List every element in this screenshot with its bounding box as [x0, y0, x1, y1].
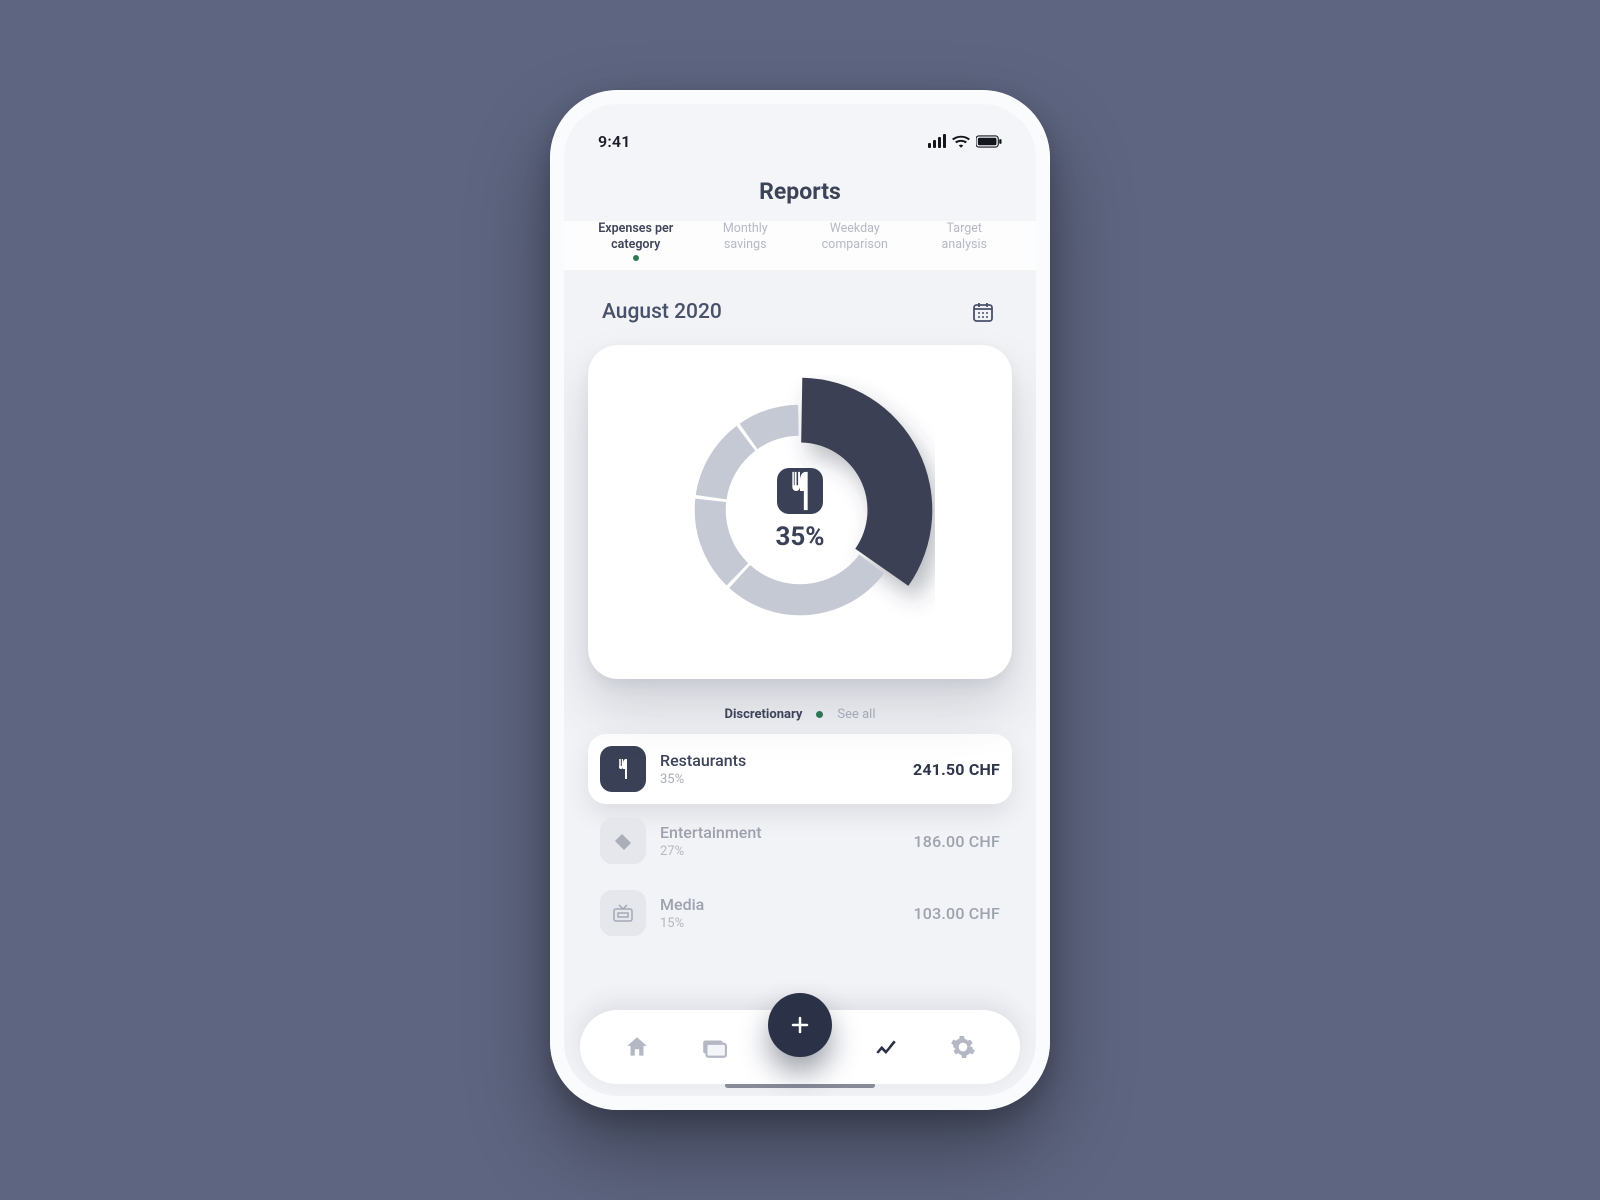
donut-center: 35% — [665, 375, 935, 645]
tab-label: category — [611, 237, 660, 252]
gear-icon — [950, 1034, 976, 1060]
battery-icon — [976, 135, 1002, 148]
calendar-button[interactable] — [968, 297, 998, 327]
status-time: 9:41 — [598, 132, 631, 151]
list-filter: Discretionary See all — [588, 679, 1012, 734]
tab-label: Expenses per — [598, 221, 673, 236]
entertainment-icon — [600, 818, 646, 864]
screen: 9:41 Reports Expenses per category Month… — [564, 104, 1036, 1096]
analytics-icon — [873, 1034, 899, 1060]
category-name: Restaurants — [660, 751, 899, 770]
tab-label: savings — [724, 237, 767, 252]
tab-label: Target — [947, 221, 982, 236]
donut-chart[interactable]: 35% — [665, 375, 935, 645]
tab-label: analysis — [942, 237, 987, 252]
filter-label[interactable]: Discretionary — [725, 707, 803, 722]
donut-chart-card: 35% — [588, 345, 1012, 679]
category-amount: 186.00 CHF — [914, 832, 1001, 851]
wifi-icon — [952, 134, 970, 148]
tab-expenses-category[interactable]: Expenses per category — [586, 221, 686, 264]
nav-settings[interactable] — [939, 1023, 987, 1071]
nav-analytics[interactable] — [862, 1023, 910, 1071]
category-name: Media — [660, 895, 900, 914]
category-item-media[interactable]: Media 15% 103.00 CHF — [588, 878, 1012, 948]
tab-label: Weekday — [830, 221, 880, 236]
report-body: August 2020 35% — [564, 271, 1036, 1096]
category-pct: 27% — [660, 844, 900, 859]
restaurants-icon — [600, 746, 646, 792]
category-name: Entertainment — [660, 823, 900, 842]
category-amount: 103.00 CHF — [914, 904, 1001, 923]
dot-icon — [816, 711, 823, 718]
cellular-icon — [928, 134, 946, 148]
calendar-icon — [971, 300, 995, 324]
tab-label: Monthly — [723, 221, 768, 236]
restaurants-icon — [777, 468, 823, 514]
category-list: Restaurants 35% 241.50 CHF Entertainment… — [588, 734, 1012, 948]
cards-icon — [700, 1034, 728, 1060]
category-item-entertainment[interactable]: Entertainment 27% 186.00 CHF — [588, 806, 1012, 876]
page-title: Reports — [564, 160, 1036, 221]
category-pct: 15% — [660, 916, 900, 931]
tab-label: comparison — [822, 237, 888, 252]
period-label: August 2020 — [602, 300, 722, 324]
tab-target-analysis[interactable]: Target analysis — [915, 221, 1015, 264]
category-pct: 35% — [660, 772, 899, 787]
category-item-restaurants[interactable]: Restaurants 35% 241.50 CHF — [588, 734, 1012, 804]
category-amount: 241.50 CHF — [913, 760, 1000, 779]
nav-cards[interactable] — [690, 1023, 738, 1071]
status-icons — [928, 134, 1002, 148]
donut-center-pct: 35% — [775, 522, 824, 552]
period-row: August 2020 — [588, 293, 1012, 345]
tab-monthly-savings[interactable]: Monthly savings — [696, 221, 796, 264]
home-icon — [624, 1034, 650, 1060]
see-all-link[interactable]: See all — [837, 707, 875, 722]
tab-weekday-comparison[interactable]: Weekday comparison — [805, 221, 905, 264]
device-frame: 9:41 Reports Expenses per category Month… — [550, 90, 1050, 1110]
nav-home[interactable] — [613, 1023, 661, 1071]
nav-add-button[interactable] — [768, 993, 832, 1057]
plus-icon — [788, 1013, 812, 1037]
bottom-nav — [580, 1010, 1020, 1084]
report-tabs: Expenses per category Monthly savings We… — [564, 221, 1036, 271]
media-icon — [600, 890, 646, 936]
status-bar: 9:41 — [564, 104, 1036, 160]
